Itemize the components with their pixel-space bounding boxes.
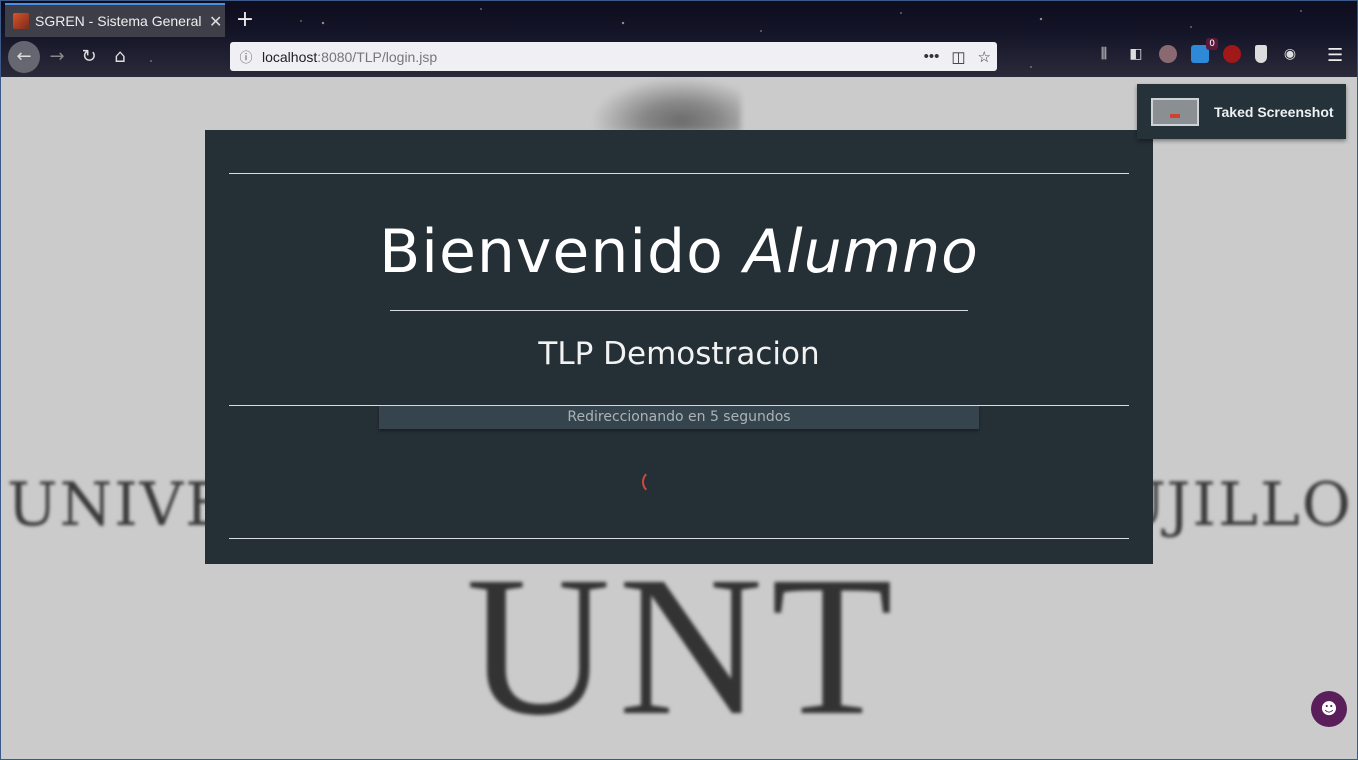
extension-badge: 0 [1206,38,1218,50]
divider [390,310,968,311]
bookmark-star-icon[interactable]: ☆ [978,48,991,66]
tab-title: SGREN - Sistema General [35,13,202,29]
page-actions-icon[interactable]: ••• [924,48,940,65]
divider [229,538,1129,539]
url-path: :8080/TLP/login.jsp [317,48,438,65]
forward-button[interactable]: → [43,43,71,71]
welcome-role: Alumno [743,217,979,287]
subtitle: TLP Demostracion [538,336,820,372]
welcome-title: Bienvenido Alumno [205,214,1153,290]
browser-chrome: SGREN - Sistema General ✕ + ← → ↻ ⌂ ⓘ lo… [1,1,1357,77]
welcome-card: Bienvenido Alumno TLP Demostracion Redir… [205,130,1153,564]
ublock-icon[interactable] [1223,45,1241,63]
url-host: localhost [262,48,318,65]
screenshot-toast[interactable]: Taked Screenshot [1137,84,1346,139]
favicon-icon [13,13,29,29]
welcome-word: Bienvenido [379,217,724,287]
background-emblem [591,77,741,132]
loading-spinner-icon [642,470,666,494]
redirect-status: Redireccionando en 5 segundos [379,406,979,429]
back-button[interactable]: ← [8,41,40,73]
new-tab-button[interactable]: + [233,7,257,32]
sidebar-icon[interactable]: ◧ [1127,45,1145,63]
menu-icon[interactable]: ☰ [1327,45,1343,66]
background-logo: UNT [466,536,902,757]
shield-icon[interactable] [1255,45,1267,63]
home-button[interactable]: ⌂ [106,43,134,71]
pocket-icon[interactable]: ◫ [951,48,965,66]
mask-icon[interactable]: ◉ [1281,45,1299,63]
reload-button[interactable]: ↻ [75,43,103,71]
avatar-icon[interactable] [1159,45,1177,63]
browser-tab[interactable]: SGREN - Sistema General ✕ [5,3,225,37]
library-icon[interactable]: ⫼ [1095,45,1113,63]
info-icon[interactable]: ⓘ [234,47,258,66]
url-bar[interactable]: ⓘ localhost:8080/TLP/login.jsp ••• ◫ ☆ [230,42,997,71]
ghost-icon[interactable]: ☻ [1311,691,1347,727]
background-text-left: UNIVE [7,470,231,540]
close-tab-icon[interactable]: ✕ [209,12,222,31]
page-content: UNIVE UJILLO UNT Bienvenido Alumno TLP D… [1,77,1357,759]
toast-label: Taked Screenshot [1214,103,1334,120]
divider [229,173,1129,174]
screenshot-thumbnail [1151,97,1199,126]
extension-icon[interactable]: 0 [1191,38,1218,63]
